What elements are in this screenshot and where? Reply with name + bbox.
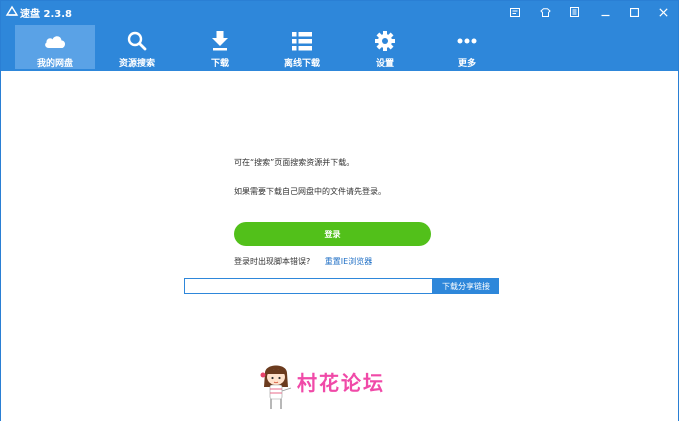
- tab-settings[interactable]: 设置: [345, 25, 425, 69]
- tab-label: 更多: [457, 59, 476, 69]
- script-error-text: 登录时出现脚本错误?: [234, 257, 311, 266]
- search-icon: [127, 31, 147, 51]
- close-icon[interactable]: [655, 4, 671, 20]
- tab-label: 下载: [210, 59, 229, 69]
- tab-label: 离线下载: [283, 59, 320, 69]
- tab-label: 我的网盘: [36, 59, 73, 69]
- girl-mascot-icon: [260, 365, 292, 409]
- tab-label: 资源搜索: [118, 59, 155, 69]
- watermark-text: 村花论坛: [297, 371, 385, 395]
- watermark: 村花论坛: [259, 361, 419, 416]
- search-tip: 可在“搜索”页面搜索资源并下载。: [234, 158, 355, 167]
- script-error-row: 登录时出现脚本错误? 重置IE浏览器: [234, 256, 372, 267]
- main-content: 可在“搜索”页面搜索资源并下载。 如果需要下载自己网盘中的文件请先登录。 登录 …: [1, 71, 678, 421]
- list-icon: [292, 31, 312, 50]
- login-button[interactable]: 登录: [234, 222, 431, 246]
- tab-download[interactable]: 下载: [180, 25, 260, 69]
- download-icon: [212, 31, 228, 51]
- menu-icon[interactable]: [507, 4, 523, 20]
- app-title: 速盘 2.3.8: [20, 9, 72, 20]
- skin-icon[interactable]: [537, 4, 553, 20]
- reset-ie-link[interactable]: 重置IE浏览器: [325, 257, 372, 266]
- minimize-icon[interactable]: [597, 4, 613, 20]
- tab-offline-download[interactable]: 离线下载: [262, 25, 342, 69]
- main-toolbar: 我的网盘 资源搜索 下载 离线下载 设置 更多: [1, 23, 678, 71]
- login-tip: 如果需要下载自己网盘中的文件请先登录。: [234, 187, 386, 196]
- tab-label: 设置: [375, 59, 394, 69]
- tab-more[interactable]: 更多: [427, 25, 507, 69]
- app-logo-icon: [5, 5, 19, 16]
- tab-resource-search[interactable]: 资源搜索: [97, 25, 177, 69]
- app-window: 速盘 2.3.8 我的网盘 资源搜索 下载 离线下载 设置 更多 可在“搜索”页…: [0, 0, 679, 421]
- cloud-icon: [45, 36, 66, 48]
- share-link-input[interactable]: [184, 278, 433, 294]
- gear-icon: [375, 31, 395, 51]
- maximize-icon[interactable]: [626, 4, 642, 20]
- shortcut-icon[interactable]: [566, 4, 582, 20]
- title-bar[interactable]: 速盘 2.3.8: [1, 1, 678, 23]
- tab-my-netdisk[interactable]: 我的网盘: [15, 25, 95, 69]
- more-icon: [457, 38, 477, 44]
- download-share-link-button[interactable]: 下载分享链接: [433, 278, 499, 294]
